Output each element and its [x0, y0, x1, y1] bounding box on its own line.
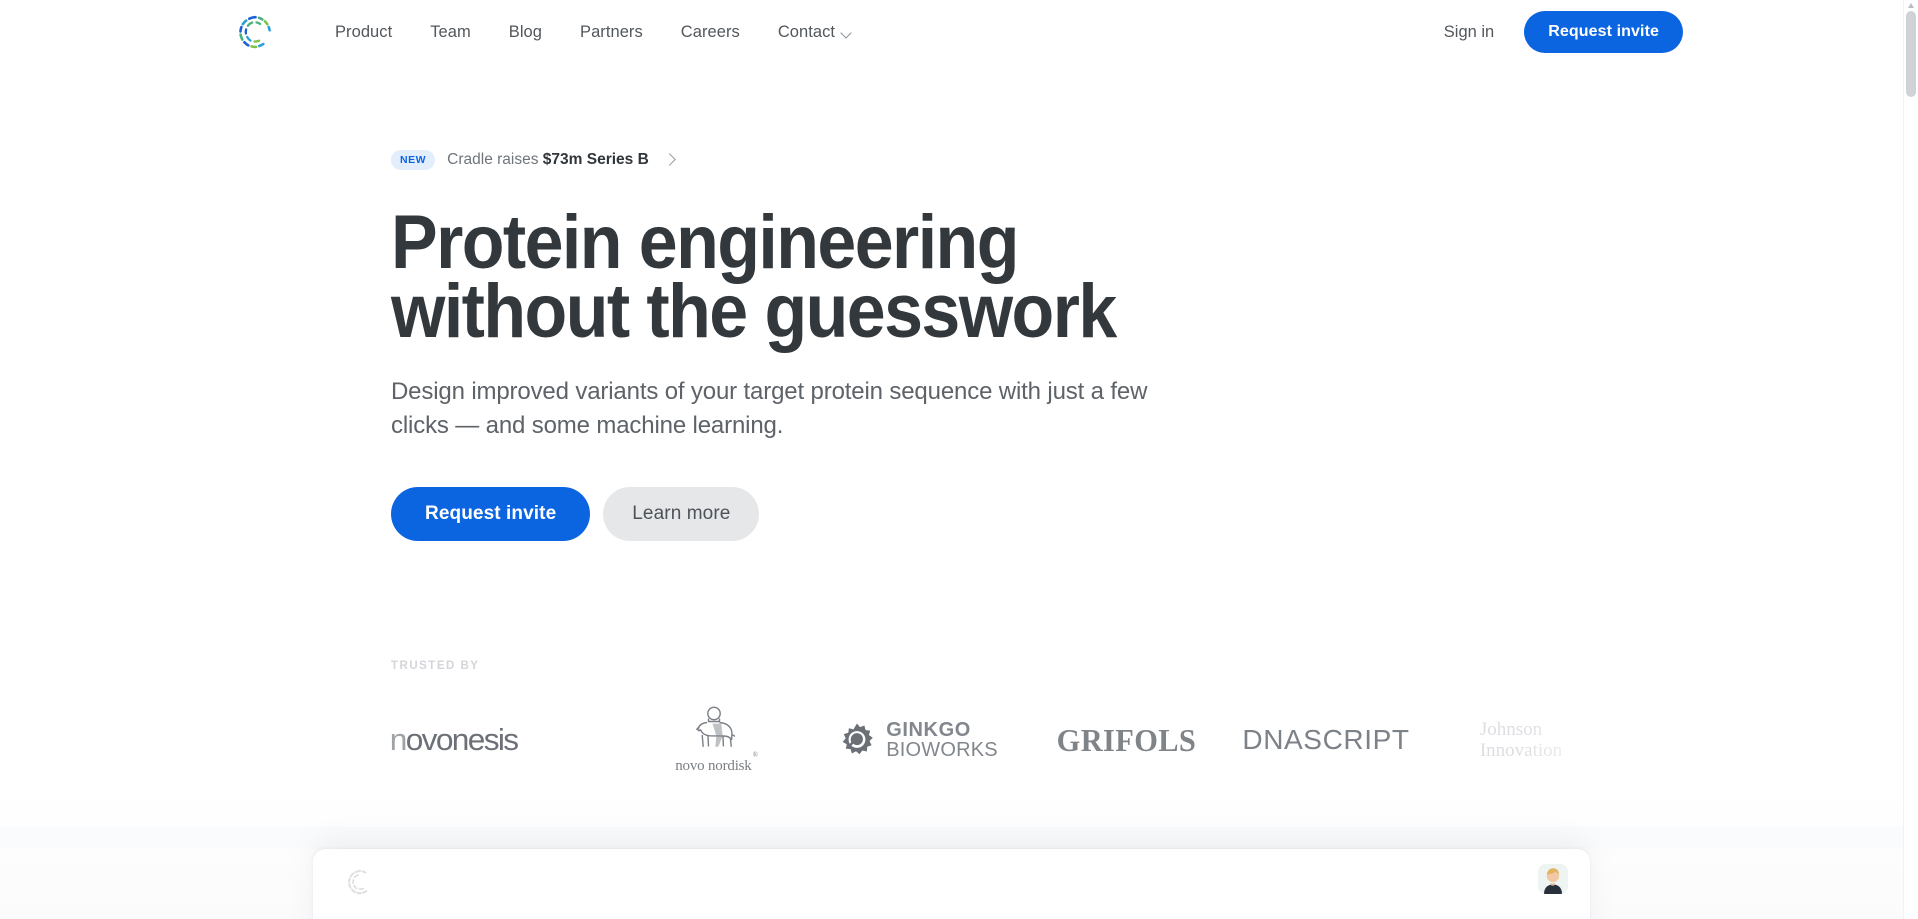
cradle-logo-icon[interactable] [235, 12, 275, 52]
hero-cta-row: Request invite Learn more [391, 487, 1391, 542]
user-avatar-photo-icon [1538, 864, 1568, 894]
page-root: Product Team Blog Partners Careers Conta… [0, 0, 1918, 919]
chevron-down-icon [842, 28, 853, 39]
client-logo-carousel: novonesis novo nordisk® GINKGO BIOWORKS … [389, 700, 1651, 780]
nav-item-product-label: Product [335, 22, 393, 41]
nav-item-careers[interactable]: Careers [662, 15, 759, 50]
bottom-overlay-card [313, 849, 1590, 919]
announcement-lead: Cradle raises [447, 150, 543, 168]
client-logo-novo-nordisk: novo nordisk® [626, 700, 806, 780]
nav-item-blog-label: Blog [508, 22, 543, 41]
nav-item-team-label: Team [430, 22, 471, 41]
cradle-logo-svg-bottom [348, 869, 368, 895]
trusted-by-section: TRUSTED BY novonesis novo nordisk® GINKG… [389, 660, 1651, 780]
nav-item-careers-label: Careers [680, 22, 740, 41]
nav-item-contact[interactable]: Contact [759, 15, 872, 50]
nav-item-partners[interactable]: Partners [561, 15, 662, 50]
registered-mark: ® [752, 751, 758, 759]
gear-icon [842, 723, 873, 755]
trusted-by-label: TRUSTED BY [391, 660, 480, 672]
navbar: Product Team Blog Partners Careers Conta… [0, 0, 1903, 64]
scrollbar[interactable] [1903, 0, 1918, 919]
avatar[interactable] [1538, 864, 1568, 894]
status-badge-new: NEW [391, 150, 436, 170]
announcement-banner[interactable]: NEW Cradle raises $73m Series B [391, 150, 676, 170]
client-logo-novonesis: novonesis [389, 700, 626, 780]
bottom-page-strip [0, 827, 1903, 849]
client-logo-johnson-innovation: Johnson Innovation [1431, 700, 1611, 780]
scrollbar-thumb[interactable] [1906, 11, 1916, 97]
navbar-actions: Sign in Request invite [1436, 0, 1683, 64]
chevron-right-icon [662, 153, 676, 167]
nav-item-product[interactable]: Product [316, 15, 411, 50]
novo-nordisk-wordmark: novo nordisk® [675, 751, 758, 774]
nav-item-partners-label: Partners [580, 22, 643, 41]
ginkgo-wordmark-line2: BIOWORKS [886, 739, 998, 761]
cradle-logo-svg [239, 15, 271, 49]
cradle-logo-icon-bottom [345, 867, 375, 897]
client-logo-ginkgo-bioworks: GINKGO BIOWORKS [806, 700, 1031, 780]
request-invite-button-nav[interactable]: Request invite [1524, 11, 1683, 53]
johnson-wordmark-line2: Innovation [1479, 740, 1563, 761]
hero-section: NEW Cradle raises $73m Series B Protein … [391, 150, 1391, 542]
primary-navigation: Product Team Blog Partners Careers Conta… [316, 0, 872, 64]
johnson-wordmark-line1: Johnson [1479, 718, 1543, 740]
hero-subtitle: Design improved variants of your target … [391, 378, 1148, 440]
page-title: Protein engineering without the guesswor… [391, 204, 1311, 355]
nav-item-team[interactable]: Team [411, 15, 490, 50]
ginkgo-wordmark-line1: GINKGO [886, 718, 971, 741]
learn-more-button[interactable]: Learn more [603, 487, 760, 542]
client-logo-dnascript: DNASCRIPT [1221, 700, 1431, 780]
announcement-text: Cradle raises $73m Series B [447, 151, 649, 169]
apis-bull-icon [695, 706, 736, 747]
grifols-wordmark: GRIFOLS [1056, 721, 1196, 758]
scroll-up-arrow-icon[interactable] [1908, 3, 1914, 8]
novonesis-wordmark: novonesis [389, 722, 519, 757]
sign-in-link[interactable]: Sign in [1436, 17, 1502, 48]
client-logo-grifols: GRIFOLS [1031, 700, 1221, 780]
nav-item-blog[interactable]: Blog [490, 15, 561, 50]
nav-item-contact-label: Contact [777, 22, 836, 41]
page-title-line-2: without the guesswork [391, 269, 1117, 355]
announcement-strong: $73m Series B [542, 150, 649, 168]
request-invite-button-hero[interactable]: Request invite [391, 487, 591, 542]
dnascript-wordmark: DNASCRIPT [1242, 724, 1410, 755]
